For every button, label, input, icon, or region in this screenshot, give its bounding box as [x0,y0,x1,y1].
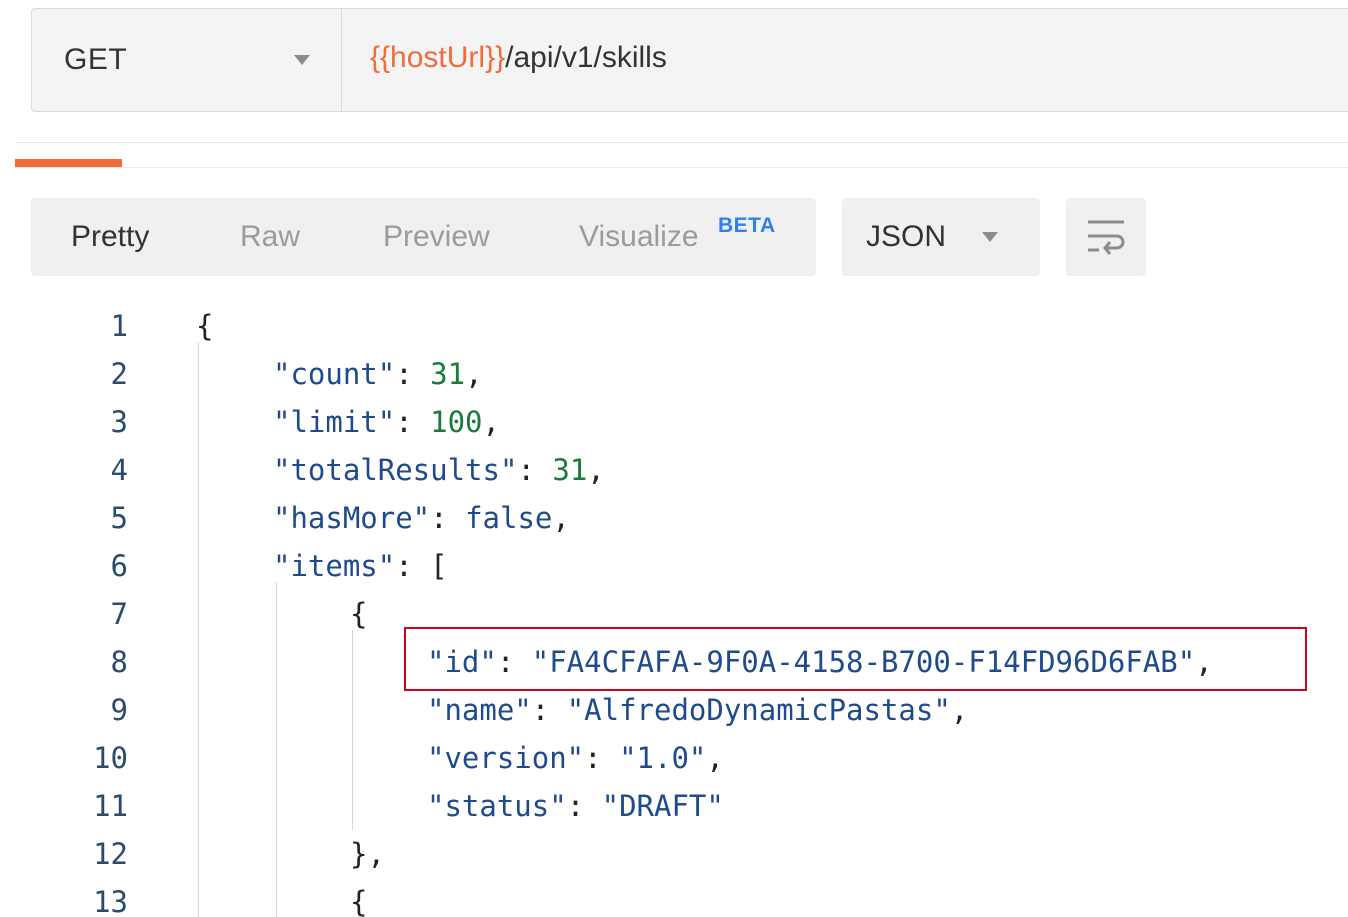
code-text: { [196,309,214,343]
tab-visualize[interactable]: Visualize [579,198,699,276]
code-text: "limit": 100, [273,405,500,439]
tab-preview[interactable]: Preview [383,198,490,276]
code-text: "status": "DRAFT" [427,789,724,823]
line-number: 1 [110,309,128,343]
line-number: 13 [93,885,128,917]
code-line: 9 "name": "AlfredoDynamicPastas", [0,686,1348,734]
beta-badge: BETA [718,214,776,237]
format-label: JSON [866,220,947,253]
wrap-lines-icon [1088,220,1125,255]
divider [15,142,1348,143]
code-text: "version": "1.0", [427,741,724,775]
code-line: 3 "limit": 100, [0,398,1348,446]
code-line: 2 "count": 31, [0,350,1348,398]
url-path: /api/v1/skills [505,41,667,74]
line-number: 3 [110,405,128,439]
tab-strip-border [15,167,1348,168]
code-text: "name": "AlfredoDynamicPastas", [427,693,969,727]
code-text: }, [350,837,385,871]
line-number: 2 [110,357,128,391]
code-text: "items": [ [273,549,448,583]
code-line: 10 "version": "1.0", [0,734,1348,782]
code-line: 1 { [0,302,1348,350]
view-mode-switcher: Pretty Raw Preview Visualize BETA [31,198,816,276]
line-number: 8 [110,645,128,679]
line-number: 7 [110,597,128,631]
code-text: { [350,597,368,631]
line-number: 4 [110,453,128,487]
postman-request-view: GET {{hostUrl}}/api/v1/skills Pretty Raw… [0,0,1348,917]
code-line: 13 { [0,878,1348,917]
tab-raw[interactable]: Raw [240,198,300,276]
code-text: "totalResults": 31, [273,453,605,487]
line-number: 9 [110,693,128,727]
tab-pretty[interactable]: Pretty [71,198,149,276]
chevron-down-icon [982,232,998,242]
method-label: GET [64,43,128,76]
wrap-lines-button[interactable] [1066,198,1146,276]
code-text: "hasMore": false, [273,501,570,535]
chevron-down-icon [294,55,310,65]
line-number: 5 [110,501,128,535]
line-number: 11 [93,789,128,823]
code-line: 11 "status": "DRAFT" [0,782,1348,830]
code-line: 12 }, [0,830,1348,878]
url-variable: {{hostUrl}} [370,41,506,74]
highlight-annotation-box [404,627,1307,691]
method-select[interactable]: GET [32,9,342,111]
url-input[interactable]: {{hostUrl}}/api/v1/skills [342,9,1348,111]
code-line: 6 "items": [ [0,542,1348,590]
response-body[interactable]: 1 { 2 "count": 31, 3 "limit": 100, 4 "to… [0,302,1348,917]
code-text: "count": 31, [273,357,483,391]
code-line: 4 "totalResults": 31, [0,446,1348,494]
line-number: 12 [93,837,128,871]
active-tab-indicator[interactable] [15,159,122,167]
line-number: 10 [93,741,128,775]
format-select[interactable]: JSON [842,198,1040,276]
request-bar: GET {{hostUrl}}/api/v1/skills [31,8,1348,112]
code-line: 5 "hasMore": false, [0,494,1348,542]
line-number: 6 [110,549,128,583]
code-text: { [350,885,368,917]
